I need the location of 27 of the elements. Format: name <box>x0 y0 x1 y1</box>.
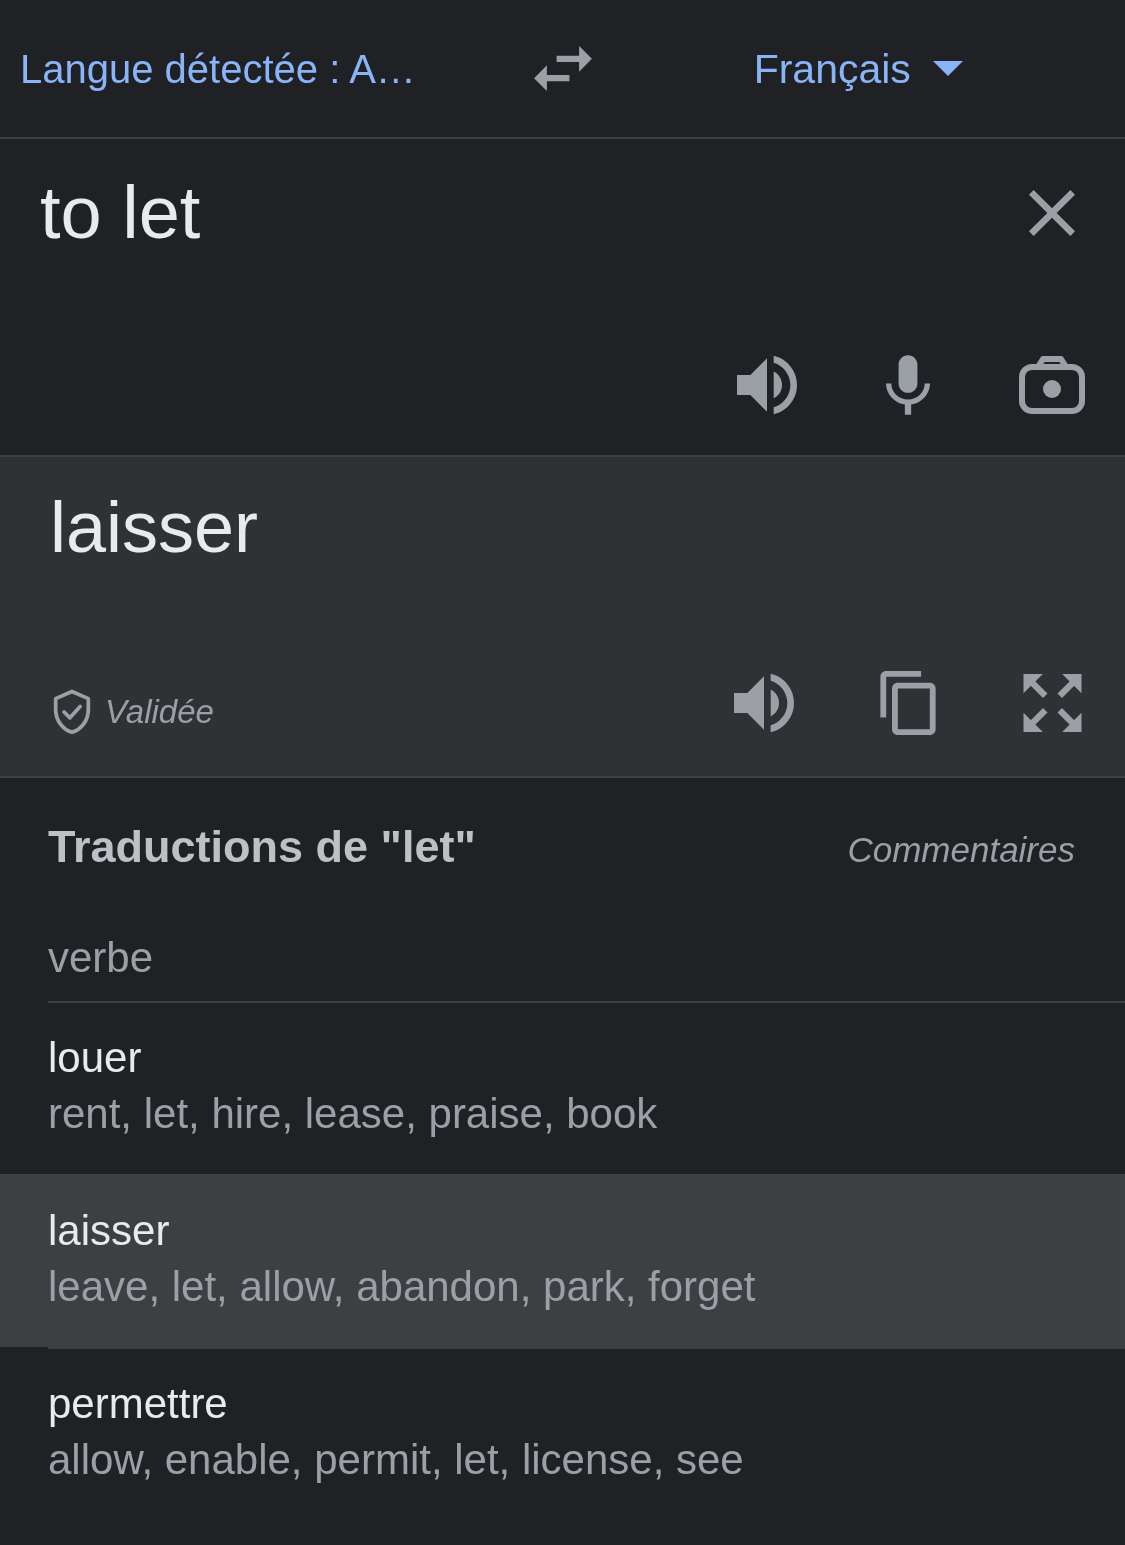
swap-icon[interactable] <box>533 46 592 91</box>
feedback-link[interactable]: Commentaires <box>847 829 1075 871</box>
speaker-icon[interactable] <box>734 673 794 733</box>
target-language-button[interactable]: Français <box>753 43 963 94</box>
copy-icon[interactable] <box>880 671 936 735</box>
translation-row[interactable]: laisser leave, let, allow, abandon, park, forget <box>0 1174 1125 1347</box>
synonyms-text: leave, let, allow, abandon, park, forget <box>48 1262 756 1312</box>
camera-icon[interactable] <box>1019 356 1085 414</box>
dictionary-title: Traductions de "let" <box>48 820 476 874</box>
speaker-icon[interactable] <box>737 355 797 415</box>
microphone-icon[interactable] <box>886 355 930 415</box>
verified-label: Validée <box>105 692 214 732</box>
translation-word: laisser <box>48 1206 170 1256</box>
synonyms-text: allow, enable, permit, let, license, see <box>48 1435 744 1485</box>
close-icon[interactable] <box>1029 190 1075 236</box>
translation-row[interactable]: permettre allow, enable, permit, let, license, see <box>0 1347 1125 1520</box>
caret-icon <box>932 61 963 76</box>
source-language-button[interactable]: Langue détectée : A… <box>20 44 416 93</box>
translation-word: permettre <box>48 1379 228 1429</box>
shield-check-icon <box>52 689 92 735</box>
synonyms-text: rent, let, hire, lease, praise, book <box>48 1089 658 1139</box>
translation-row[interactable]: louer rent, let, hire, lease, praise, book <box>0 1003 1125 1174</box>
fullscreen-icon[interactable] <box>1022 674 1083 732</box>
translated-text: laisser <box>50 486 260 569</box>
translation-word: louer <box>48 1033 142 1083</box>
source-text-field[interactable]: to let <box>40 169 1009 257</box>
part-of-speech-label: verbe <box>48 933 154 983</box>
